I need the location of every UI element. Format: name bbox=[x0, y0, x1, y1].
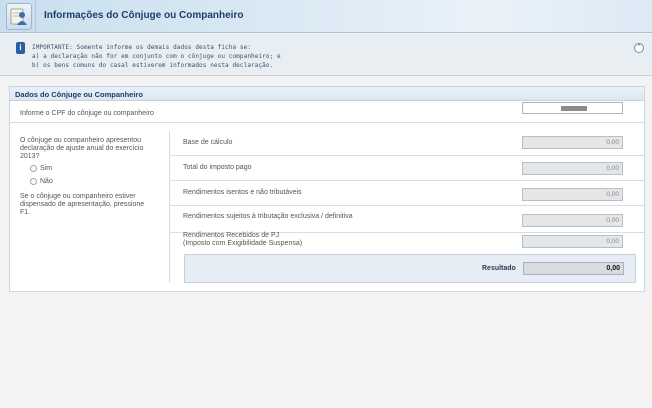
field-label-line: (Imposto com Exigibilidade Suspensa) bbox=[183, 240, 303, 247]
page-title: Informações do Cônjuge ou Companheiro bbox=[44, 10, 244, 21]
base-calculo-value[interactable]: 0,00 bbox=[522, 136, 623, 149]
result-label: Resultado bbox=[482, 265, 516, 272]
field-label: Rendimentos isentos e não tributáveis bbox=[183, 189, 302, 196]
note-line: dispensado de apresentação, pressione bbox=[20, 201, 145, 208]
notice-line: b) os bens comuns do casal estiverem inf… bbox=[32, 62, 274, 69]
field-row-isentos: Rendimentos isentos e não tributáveis 0,… bbox=[170, 181, 644, 206]
section-title: Dados do Cônjuge ou Companheiro bbox=[10, 87, 644, 101]
info-icon: i bbox=[16, 42, 25, 54]
declaration-question: O cônjuge ou companheiro apresentou decl… bbox=[20, 137, 170, 217]
imposto-pago-value[interactable]: 0,00 bbox=[522, 162, 623, 175]
cpf-label: Informe o CPF do cônjuge ou companheiro bbox=[20, 110, 154, 117]
radio-button[interactable] bbox=[30, 178, 37, 185]
radio-option-sim[interactable]: Sim bbox=[30, 163, 170, 174]
field-row-exclusiva: Rendimentos sujeitos à tributação exclus… bbox=[170, 206, 644, 233]
chevron-up-double-icon[interactable]: ⌃ bbox=[634, 43, 644, 53]
field-label: Total do imposto pago bbox=[183, 164, 252, 171]
person-form-icon bbox=[6, 3, 32, 30]
field-row-base-calculo: Base de cálculo 0,00 bbox=[170, 131, 644, 156]
result-value: 0,00 bbox=[523, 262, 624, 275]
important-notice: i IMPORTANTE: Somente informe os demais … bbox=[0, 34, 652, 76]
spouse-data-section: Dados do Cônjuge ou Companheiro Informe … bbox=[9, 86, 645, 292]
header-separator bbox=[35, 0, 36, 33]
notice-text: IMPORTANTE: Somente informe os demais da… bbox=[32, 43, 281, 70]
radio-label: Sim bbox=[40, 165, 53, 172]
window-header: Informações do Cônjuge ou Companheiro bbox=[0, 0, 652, 33]
field-row-pj: Rendimentos Recebidos de PJ (Imposto com… bbox=[170, 232, 644, 254]
radio-button[interactable] bbox=[30, 165, 37, 172]
pj-value[interactable]: 0,00 bbox=[522, 235, 623, 248]
field-label: Rendimentos Recebidos de PJ (Imposto com… bbox=[183, 232, 302, 248]
radio-option-nao[interactable]: Não bbox=[30, 176, 170, 187]
field-row-imposto-pago: Total do imposto pago 0,00 bbox=[170, 156, 644, 181]
question-text: O cônjuge ou companheiro apresentou decl… bbox=[20, 137, 170, 161]
note-line: F1. bbox=[20, 209, 31, 216]
question-line: O cônjuge ou companheiro apresentou bbox=[20, 137, 142, 144]
radio-label: Não bbox=[40, 178, 53, 185]
field-label: Rendimentos sujeitos à tributação exclus… bbox=[183, 213, 353, 220]
exemption-note: Se o cônjuge ou companheiro estiver disp… bbox=[20, 193, 170, 217]
question-line: declaração de ajuste anual do exercício bbox=[20, 145, 144, 152]
isentos-value[interactable]: 0,00 bbox=[522, 188, 623, 201]
notice-line: a) a declaração não for em conjunto com … bbox=[32, 53, 281, 60]
question-line: 2013? bbox=[20, 153, 40, 160]
field-label-line: Rendimentos Recebidos de PJ bbox=[183, 232, 280, 239]
note-line: Se o cônjuge ou companheiro estiver bbox=[20, 193, 136, 200]
exclusiva-value[interactable]: 0,00 bbox=[522, 214, 623, 227]
cpf-masked-value bbox=[561, 106, 587, 111]
cpf-input[interactable] bbox=[522, 102, 623, 114]
result-bar: Resultado 0,00 bbox=[184, 254, 636, 283]
notice-line: IMPORTANTE: Somente informe os demais da… bbox=[32, 44, 252, 51]
field-label: Base de cálculo bbox=[183, 139, 233, 146]
